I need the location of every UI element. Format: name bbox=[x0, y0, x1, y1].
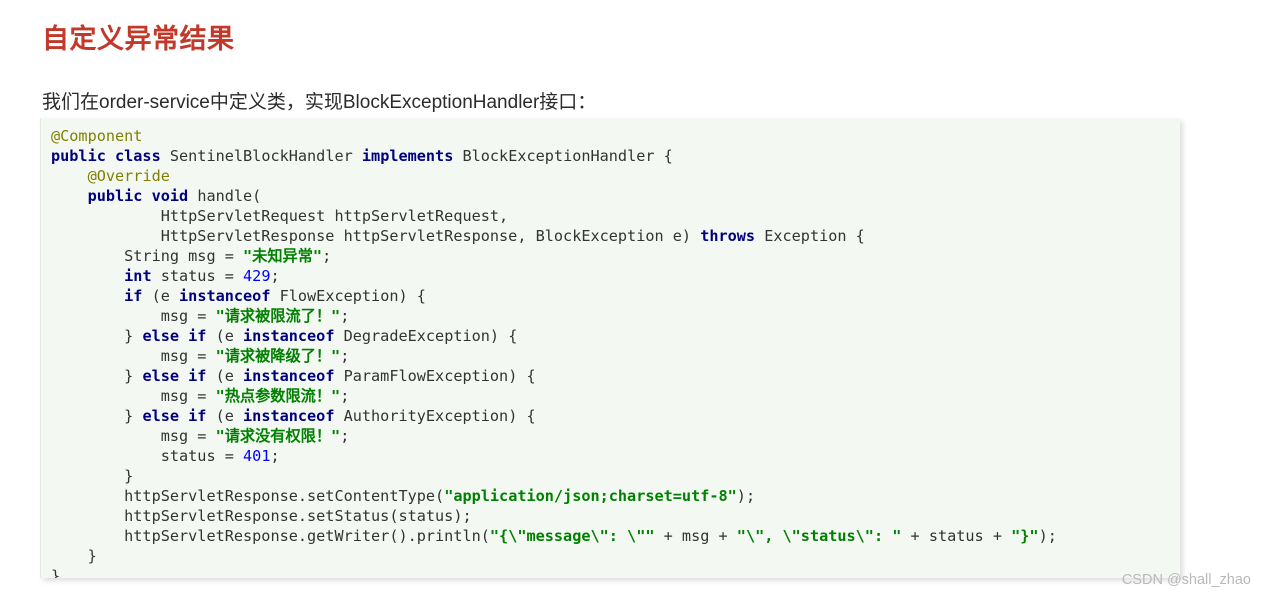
code-token-plain: SentinelBlockHandler bbox=[160, 147, 362, 165]
code-block: @Component public class SentinelBlockHand… bbox=[40, 118, 1180, 578]
code-token-plain: ; bbox=[322, 247, 332, 265]
code-line: httpServletResponse.setContentType("appl… bbox=[51, 486, 1180, 506]
code-token-plain: } bbox=[51, 467, 134, 485]
code-token-plain: ; bbox=[340, 427, 350, 445]
code-token-plain: + msg + bbox=[654, 527, 737, 545]
code-token-plain: } bbox=[51, 547, 97, 565]
code-token-plain: ParamFlowException) { bbox=[334, 367, 536, 385]
code-token-kw: else if bbox=[142, 327, 207, 345]
code-token-plain: msg = bbox=[51, 347, 216, 365]
code-line: } bbox=[51, 466, 1180, 486]
code-token-str: "\", \"status\": " bbox=[736, 527, 902, 545]
code-token-plain: + status + bbox=[901, 527, 1012, 545]
code-token-plain: } bbox=[51, 567, 61, 578]
code-token-plain: msg = bbox=[51, 387, 216, 405]
code-token-plain: httpServletResponse.setStatus(status); bbox=[51, 507, 472, 525]
code-token-plain: } bbox=[51, 367, 143, 385]
code-token-plain: (e bbox=[142, 287, 180, 305]
code-token-plain: msg = bbox=[51, 307, 216, 325]
code-line: httpServletResponse.setStatus(status); bbox=[51, 506, 1180, 526]
code-token-str: "热点参数限流！" bbox=[215, 387, 341, 405]
code-token-plain: FlowException) { bbox=[270, 287, 426, 305]
code-line: httpServletResponse.getWriter().println(… bbox=[51, 526, 1180, 546]
code-token-num: 401 bbox=[243, 447, 271, 465]
code-token-plain: (e bbox=[206, 327, 244, 345]
code-token-str: "请求没有权限！" bbox=[215, 427, 341, 445]
code-line: status = 401; bbox=[51, 446, 1180, 466]
code-token-plain: httpServletResponse.setContentType( bbox=[51, 487, 445, 505]
code-token-plain: httpServletResponse.getWriter().println( bbox=[51, 527, 490, 545]
code-line: HttpServletResponse httpServletResponse,… bbox=[51, 226, 1180, 246]
code-token-plain: AuthorityException) { bbox=[334, 407, 536, 425]
code-line: @Override bbox=[51, 166, 1180, 186]
page-title: 自定义异常结果 bbox=[42, 24, 235, 55]
code-token-plain: ; bbox=[340, 307, 350, 325]
code-token-plain: (e bbox=[206, 367, 244, 385]
code-token-str: "application/json;charset=utf-8" bbox=[444, 487, 737, 505]
code-line: if (e instanceof FlowException) { bbox=[51, 286, 1180, 306]
code-token-num: 429 bbox=[243, 267, 271, 285]
code-token-str: "请求被限流了！" bbox=[215, 307, 341, 325]
code-token-kw: implements bbox=[361, 147, 454, 165]
code-token-kw: public class bbox=[51, 147, 161, 165]
code-token-plain: HttpServletRequest httpServletRequest, bbox=[51, 207, 509, 225]
code-token-kw: int bbox=[124, 267, 152, 285]
code-token-kw: instanceof bbox=[243, 367, 335, 385]
code-token-str: "{\"message\": \"" bbox=[489, 527, 655, 545]
code-token-plain: status = bbox=[51, 447, 244, 465]
code-line: } else if (e instanceof AuthorityExcepti… bbox=[51, 406, 1180, 426]
code-token-plain: ; bbox=[270, 447, 280, 465]
code-token-plain: ); bbox=[736, 487, 756, 505]
code-line: msg = "请求被限流了！"; bbox=[51, 306, 1180, 326]
code-token-str: "请求被降级了！" bbox=[215, 347, 341, 365]
code-line: public class SentinelBlockHandler implem… bbox=[51, 146, 1180, 166]
code-line: public void handle( bbox=[51, 186, 1180, 206]
code-line: String msg = "未知异常"; bbox=[51, 246, 1180, 266]
code-token-plain: ; bbox=[340, 387, 350, 405]
code-line: msg = "请求被降级了！"; bbox=[51, 346, 1180, 366]
code-token-kw: instanceof bbox=[243, 407, 335, 425]
code-token-kw: throws bbox=[700, 227, 756, 245]
watermark: CSDN @shall_zhao bbox=[1121, 572, 1251, 588]
code-token-kw: instanceof bbox=[243, 327, 335, 345]
code-line: int status = 429; bbox=[51, 266, 1180, 286]
code-token-kw: if bbox=[124, 287, 143, 305]
code-token-str: "}" bbox=[1011, 527, 1039, 545]
code-token-plain: } bbox=[51, 327, 143, 345]
code-token-ann: @Component bbox=[51, 127, 143, 145]
code-token-kw: public void bbox=[87, 187, 189, 205]
code-line: } bbox=[51, 566, 1180, 578]
code-token-kw: else if bbox=[142, 407, 207, 425]
code-token-plain: status = bbox=[151, 267, 244, 285]
code-token-plain: (e bbox=[206, 407, 244, 425]
code-token-str: "未知异常" bbox=[243, 247, 323, 265]
code-token-plain: msg = bbox=[51, 427, 216, 445]
code-token-plain: HttpServletResponse httpServletResponse,… bbox=[51, 227, 701, 245]
code-line: msg = "请求没有权限！"; bbox=[51, 426, 1180, 446]
code-token-kw: else if bbox=[142, 367, 207, 385]
code-line: } else if (e instanceof ParamFlowExcepti… bbox=[51, 366, 1180, 386]
code-token-plain: ; bbox=[340, 347, 350, 365]
code-token-plain: ; bbox=[270, 267, 280, 285]
code-token-plain: String msg = bbox=[51, 247, 244, 265]
code-line: } bbox=[51, 546, 1180, 566]
code-token-plain: } bbox=[51, 407, 143, 425]
code-token-ann: @Override bbox=[87, 167, 170, 185]
code-token-plain: BlockExceptionHandler { bbox=[453, 147, 673, 165]
code-token-plain: ); bbox=[1038, 527, 1057, 545]
code-token-plain: handle( bbox=[188, 187, 262, 205]
code-token-kw: instanceof bbox=[179, 287, 271, 305]
code-line: HttpServletRequest httpServletRequest, bbox=[51, 206, 1180, 226]
code-line: @Component bbox=[51, 126, 1180, 146]
code-line: } else if (e instanceof DegradeException… bbox=[51, 326, 1180, 346]
code-line: msg = "热点参数限流！"; bbox=[51, 386, 1180, 406]
intro-paragraph: 我们在order-service中定义类，实现BlockExceptionHan… bbox=[42, 92, 597, 113]
code-token-plain: DegradeException) { bbox=[334, 327, 518, 345]
code-token-plain: Exception { bbox=[755, 227, 865, 245]
code-content: @Component public class SentinelBlockHand… bbox=[51, 126, 1180, 578]
